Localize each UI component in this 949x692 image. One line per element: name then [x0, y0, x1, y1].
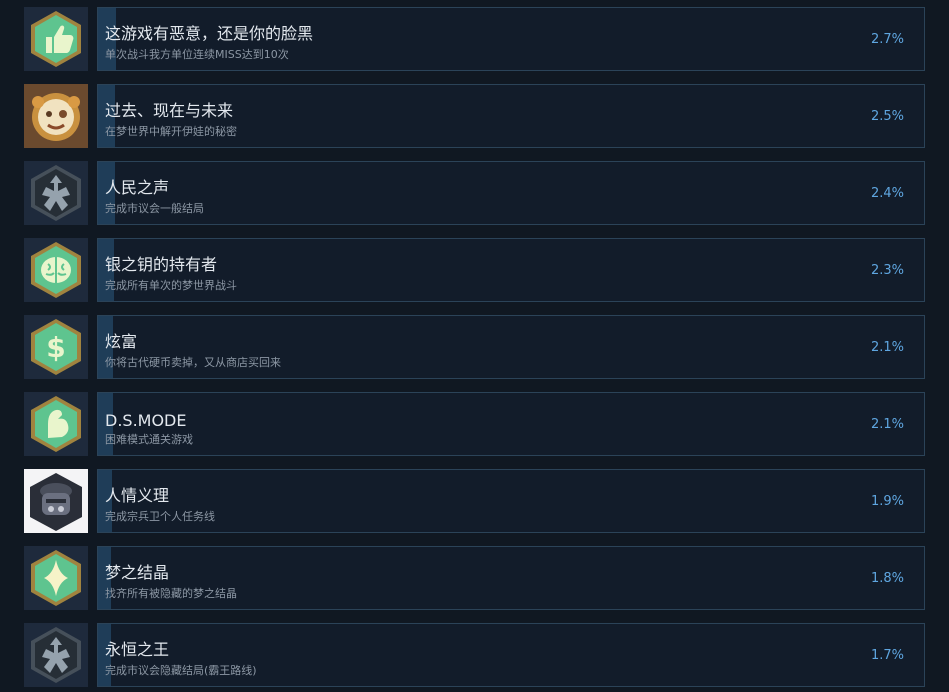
achievement-panel: 梦之结晶 找齐所有被隐藏的梦之结晶 1.8% — [97, 546, 925, 610]
achievement-description: 你将古代硬币卖掉，又从商店买回来 — [105, 356, 281, 369]
achievement-row[interactable]: $ 炫富 你将古代硬币卖掉，又从商店买回来 2.1% — [0, 315, 949, 381]
clown-portrait-icon — [24, 84, 88, 148]
achievement-description: 找齐所有被隐藏的梦之结晶 — [105, 587, 237, 600]
flexed-arm-icon — [24, 392, 88, 456]
achievement-description: 困难模式通关游戏 — [105, 433, 193, 446]
unlock-percentage: 2.1% — [870, 340, 904, 355]
thumbs-up-icon — [24, 7, 88, 71]
armored-warrior-icon — [24, 469, 88, 533]
unlock-percentage: 2.4% — [870, 186, 904, 201]
unlock-percentage: 2.3% — [870, 263, 904, 278]
achievement-row[interactable]: 过去、现在与未来 在梦世界中解开伊娃的秘密 2.5% — [0, 84, 949, 150]
achievement-row[interactable]: 人情义理 完成宗兵卫个人任务线 1.9% — [0, 469, 949, 535]
achievement-name: 梦之结晶 — [105, 563, 170, 582]
brain-icon — [24, 238, 88, 302]
achievement-panel: 永恒之王 完成市议会隐藏结局(霸王路线) 1.7% — [97, 623, 925, 687]
achievement-panel: D.S.MODE 困难模式通关游戏 2.1% — [97, 392, 925, 456]
achievement-name: 人民之声 — [105, 178, 170, 197]
achievement-name: 人情义理 — [105, 486, 170, 505]
achievement-description: 完成市议会隐藏结局(霸王路线) — [105, 664, 257, 677]
achievement-row[interactable]: D.S.MODE 困难模式通关游戏 2.1% — [0, 392, 949, 458]
svg-text:$: $ — [46, 331, 65, 364]
achievement-description: 完成市议会一般结局 — [105, 202, 204, 215]
unlock-percentage: 2.5% — [870, 109, 904, 124]
achievement-description: 单次战斗我方单位连续MISS达到10次 — [105, 48, 289, 61]
achievement-row[interactable]: 梦之结晶 找齐所有被隐藏的梦之结晶 1.8% — [0, 546, 949, 612]
achievement-name: D.S.MODE — [105, 411, 187, 430]
achievement-name: 银之钥的持有者 — [105, 255, 218, 274]
achievement-description: 完成所有单次的梦世界战斗 — [105, 279, 237, 292]
achievement-panel: 人情义理 完成宗兵卫个人任务线 1.9% — [97, 469, 925, 533]
achievement-row[interactable]: 人民之声 完成市议会一般结局 2.4% — [0, 161, 949, 227]
achievement-row[interactable]: 这游戏有恶意，还是你的脸黑 单次战斗我方单位连续MISS达到10次 2.7% — [0, 7, 949, 73]
unlock-percentage: 1.9% — [870, 494, 904, 509]
achievement-list: 这游戏有恶意，还是你的脸黑 单次战斗我方单位连续MISS达到10次 2.7% 过… — [0, 0, 949, 692]
achievement-name: 永恒之王 — [105, 640, 170, 659]
unlock-percentage: 1.8% — [870, 571, 904, 586]
crest-emblem-icon — [24, 161, 88, 225]
achievement-description: 在梦世界中解开伊娃的秘密 — [105, 125, 237, 138]
achievement-row[interactable]: 银之钥的持有者 完成所有单次的梦世界战斗 2.3% — [0, 238, 949, 304]
achievement-description: 完成宗兵卫个人任务线 — [105, 510, 215, 523]
achievement-panel: 人民之声 完成市议会一般结局 2.4% — [97, 161, 925, 225]
unlock-percentage: 2.7% — [870, 32, 904, 47]
achievement-panel: 过去、现在与未来 在梦世界中解开伊娃的秘密 2.5% — [97, 84, 925, 148]
achievement-name: 炫富 — [105, 332, 138, 351]
unlock-percentage: 2.1% — [870, 417, 904, 432]
achievement-panel: 这游戏有恶意，还是你的脸黑 单次战斗我方单位连续MISS达到10次 2.7% — [97, 7, 925, 71]
achievement-row[interactable]: 永恒之王 完成市议会隐藏结局(霸王路线) 1.7% — [0, 623, 949, 689]
unlock-percentage: 1.7% — [870, 648, 904, 663]
achievement-panel: 银之钥的持有者 完成所有单次的梦世界战斗 2.3% — [97, 238, 925, 302]
achievement-panel: 炫富 你将古代硬币卖掉，又从商店买回来 2.1% — [97, 315, 925, 379]
achievement-name: 过去、现在与未来 — [105, 101, 234, 120]
dollar-icon: $ — [24, 315, 88, 379]
crest-emblem-icon — [24, 623, 88, 687]
crystal-icon — [24, 546, 88, 610]
achievement-name: 这游戏有恶意，还是你的脸黑 — [105, 24, 314, 43]
